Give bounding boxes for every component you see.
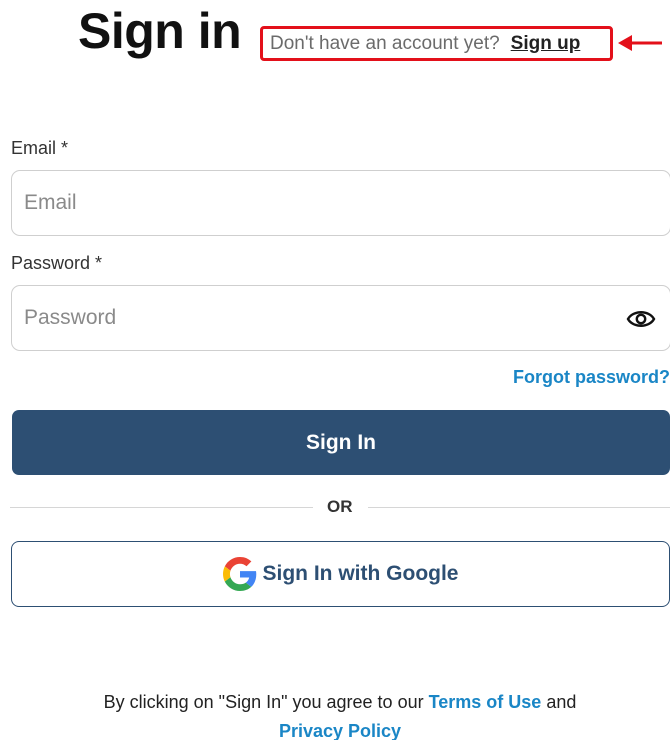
agreement-conjunction: and: [546, 692, 577, 712]
privacy-policy-link[interactable]: Privacy Policy: [279, 721, 401, 740]
google-logo-icon: [222, 557, 256, 591]
signup-link[interactable]: Sign up: [511, 33, 581, 55]
forgot-password-link[interactable]: Forgot password?: [513, 367, 670, 388]
agreement-text: By clicking on "Sign In" you agree to ou…: [103, 692, 424, 712]
signup-prompt-highlight: Don't have an account yet? Sign up: [260, 26, 613, 61]
eye-icon[interactable]: [626, 306, 656, 332]
sign-in-button-label: Sign In: [306, 430, 376, 454]
or-divider-text: OR: [327, 497, 353, 516]
password-label: Password *: [11, 253, 103, 273]
sign-in-button[interactable]: Sign In: [12, 410, 670, 475]
divider-right: [368, 507, 670, 508]
google-sign-in-label: Sign In with Google: [262, 562, 459, 585]
legal-footer: By clicking on "Sign In" you agree to ou…: [0, 688, 670, 740]
email-field-container: [11, 170, 670, 236]
page-title: Sign in: [78, 3, 242, 59]
signup-prompt-text: Don't have an account yet?: [270, 32, 500, 54]
terms-of-use-link[interactable]: Terms of Use: [429, 692, 542, 712]
email-field[interactable]: [24, 191, 584, 215]
arrow-left-icon: [618, 35, 662, 51]
google-sign-in-button[interactable]: Sign In with Google: [11, 541, 670, 607]
password-field-container: [11, 285, 670, 351]
password-field[interactable]: [24, 306, 584, 330]
divider-left: [10, 507, 313, 508]
email-label: Email *: [11, 138, 69, 158]
